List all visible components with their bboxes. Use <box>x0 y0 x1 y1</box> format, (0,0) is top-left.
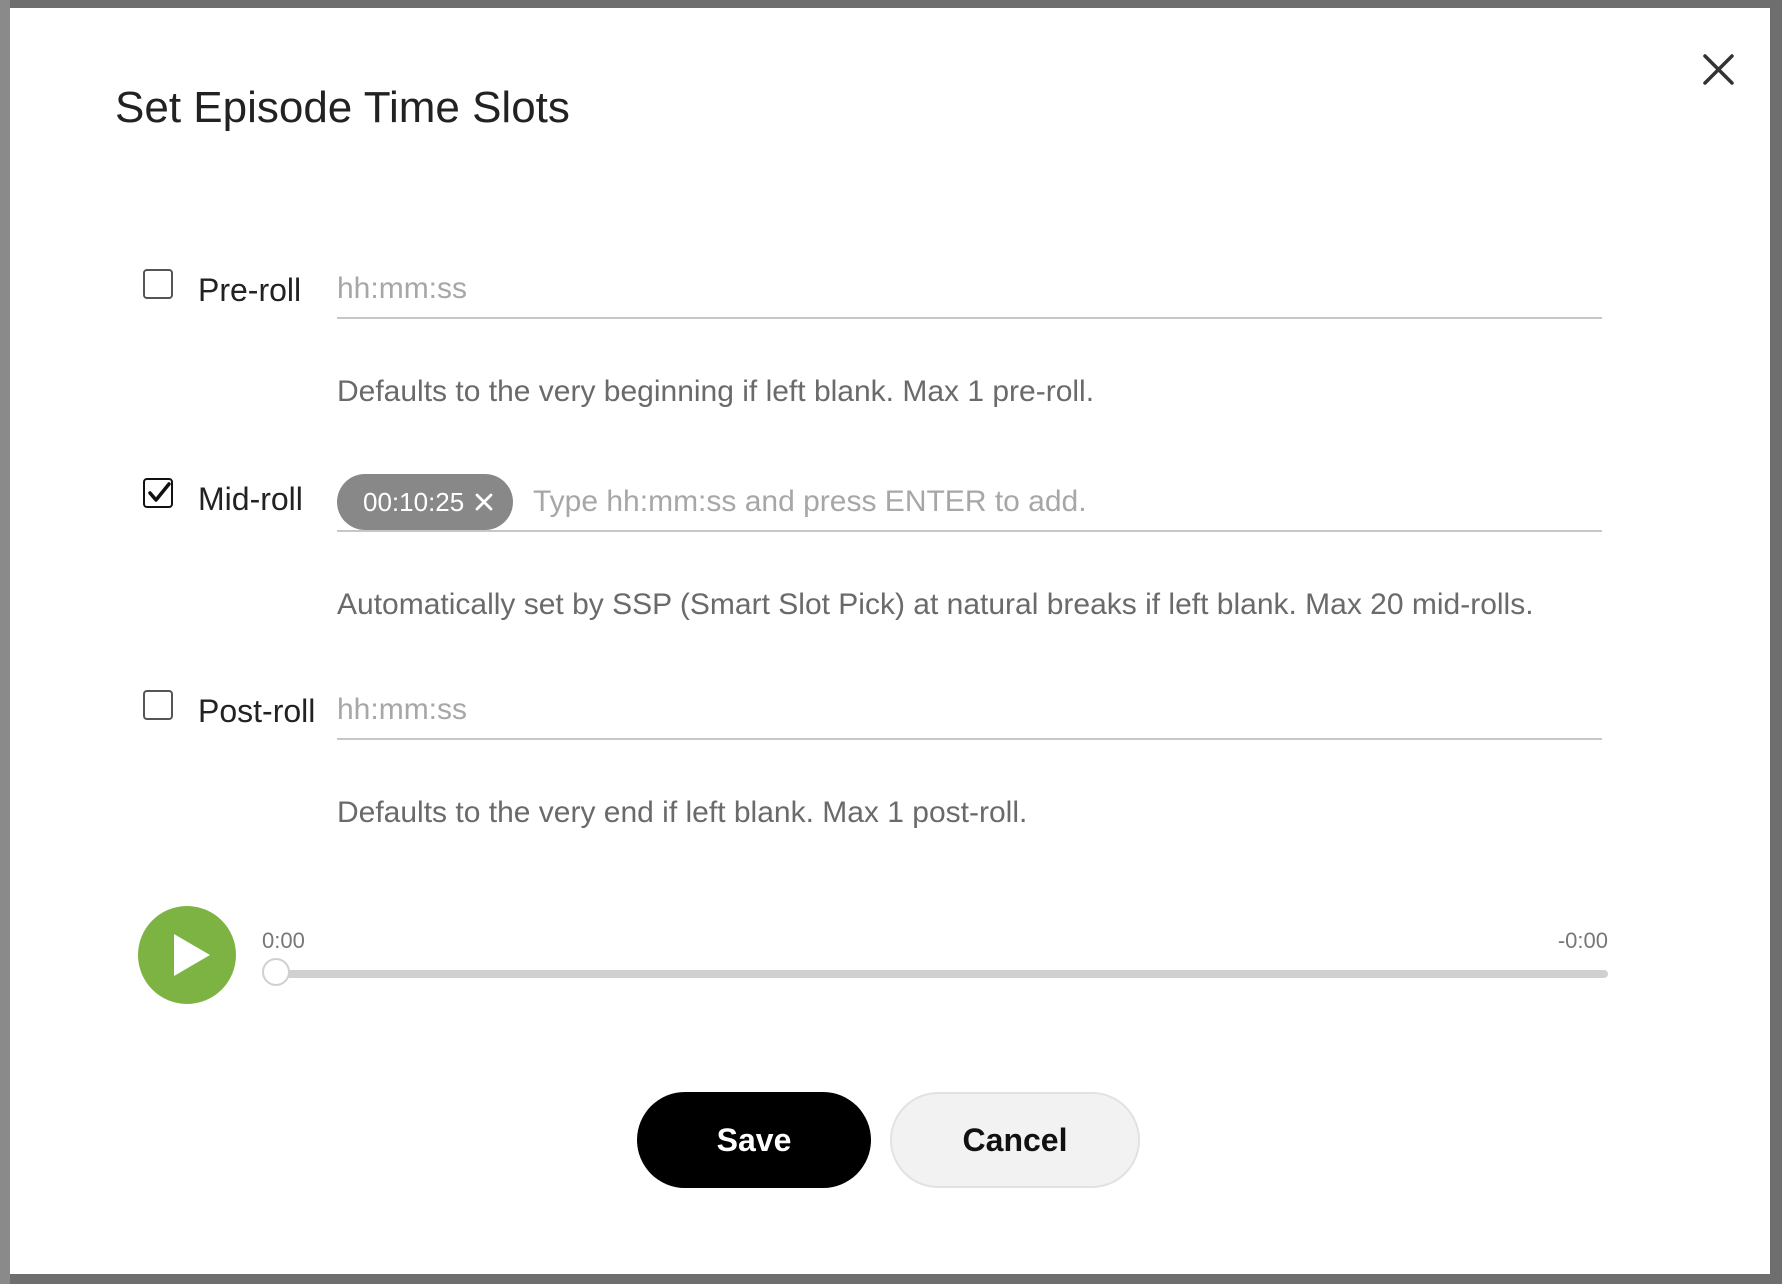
close-icon <box>1703 54 1734 85</box>
close-button[interactable] <box>1690 44 1746 100</box>
checkmark-icon <box>148 482 171 502</box>
preroll-helper-text: Defaults to the very beginning if left b… <box>337 375 1095 408</box>
seek-bar[interactable] <box>262 958 1608 986</box>
current-time: 0:00 <box>262 928 305 953</box>
postroll-input[interactable] <box>337 684 1602 736</box>
play-icon <box>174 934 210 976</box>
save-button[interactable]: Save <box>637 1092 871 1188</box>
preroll-field <box>337 263 1602 319</box>
play-button[interactable] <box>138 906 236 1004</box>
audio-player: 0:00 -0:00 <box>138 906 1608 1006</box>
remaining-time: -0:00 <box>1557 928 1608 953</box>
postroll-checkbox[interactable] <box>143 690 173 720</box>
midroll-helper-text: Automatically set by SSP (Smart Slot Pic… <box>337 588 1534 621</box>
preroll-checkbox[interactable] <box>143 269 173 299</box>
seek-thumb[interactable] <box>262 958 290 986</box>
backdrop <box>0 0 10 1284</box>
dialog-title: Set Episode Time Slots <box>115 83 570 132</box>
cancel-button[interactable]: Cancel <box>890 1092 1140 1188</box>
chip-remove-button[interactable] <box>474 492 494 512</box>
preroll-label: Pre-roll <box>198 272 302 308</box>
dialog-actions: Save Cancel <box>10 1092 1770 1192</box>
time-slots-dialog: Set Episode Time Slots Pre-roll Defaults… <box>10 8 1770 1274</box>
midroll-label: Mid-roll <box>198 481 303 517</box>
midroll-field: 00:10:25 <box>337 474 1602 532</box>
preroll-input[interactable] <box>337 263 1602 315</box>
chip-label: 00:10:25 <box>363 486 465 517</box>
midroll-input[interactable] <box>533 476 1598 528</box>
chip-remove-icon <box>475 493 493 511</box>
midroll-checkbox[interactable] <box>143 478 173 508</box>
postroll-field <box>337 684 1602 740</box>
postroll-label: Post-roll <box>198 693 316 729</box>
postroll-helper-text: Defaults to the very end if left blank. … <box>337 796 1028 829</box>
midroll-chip: 00:10:25 <box>337 474 513 530</box>
